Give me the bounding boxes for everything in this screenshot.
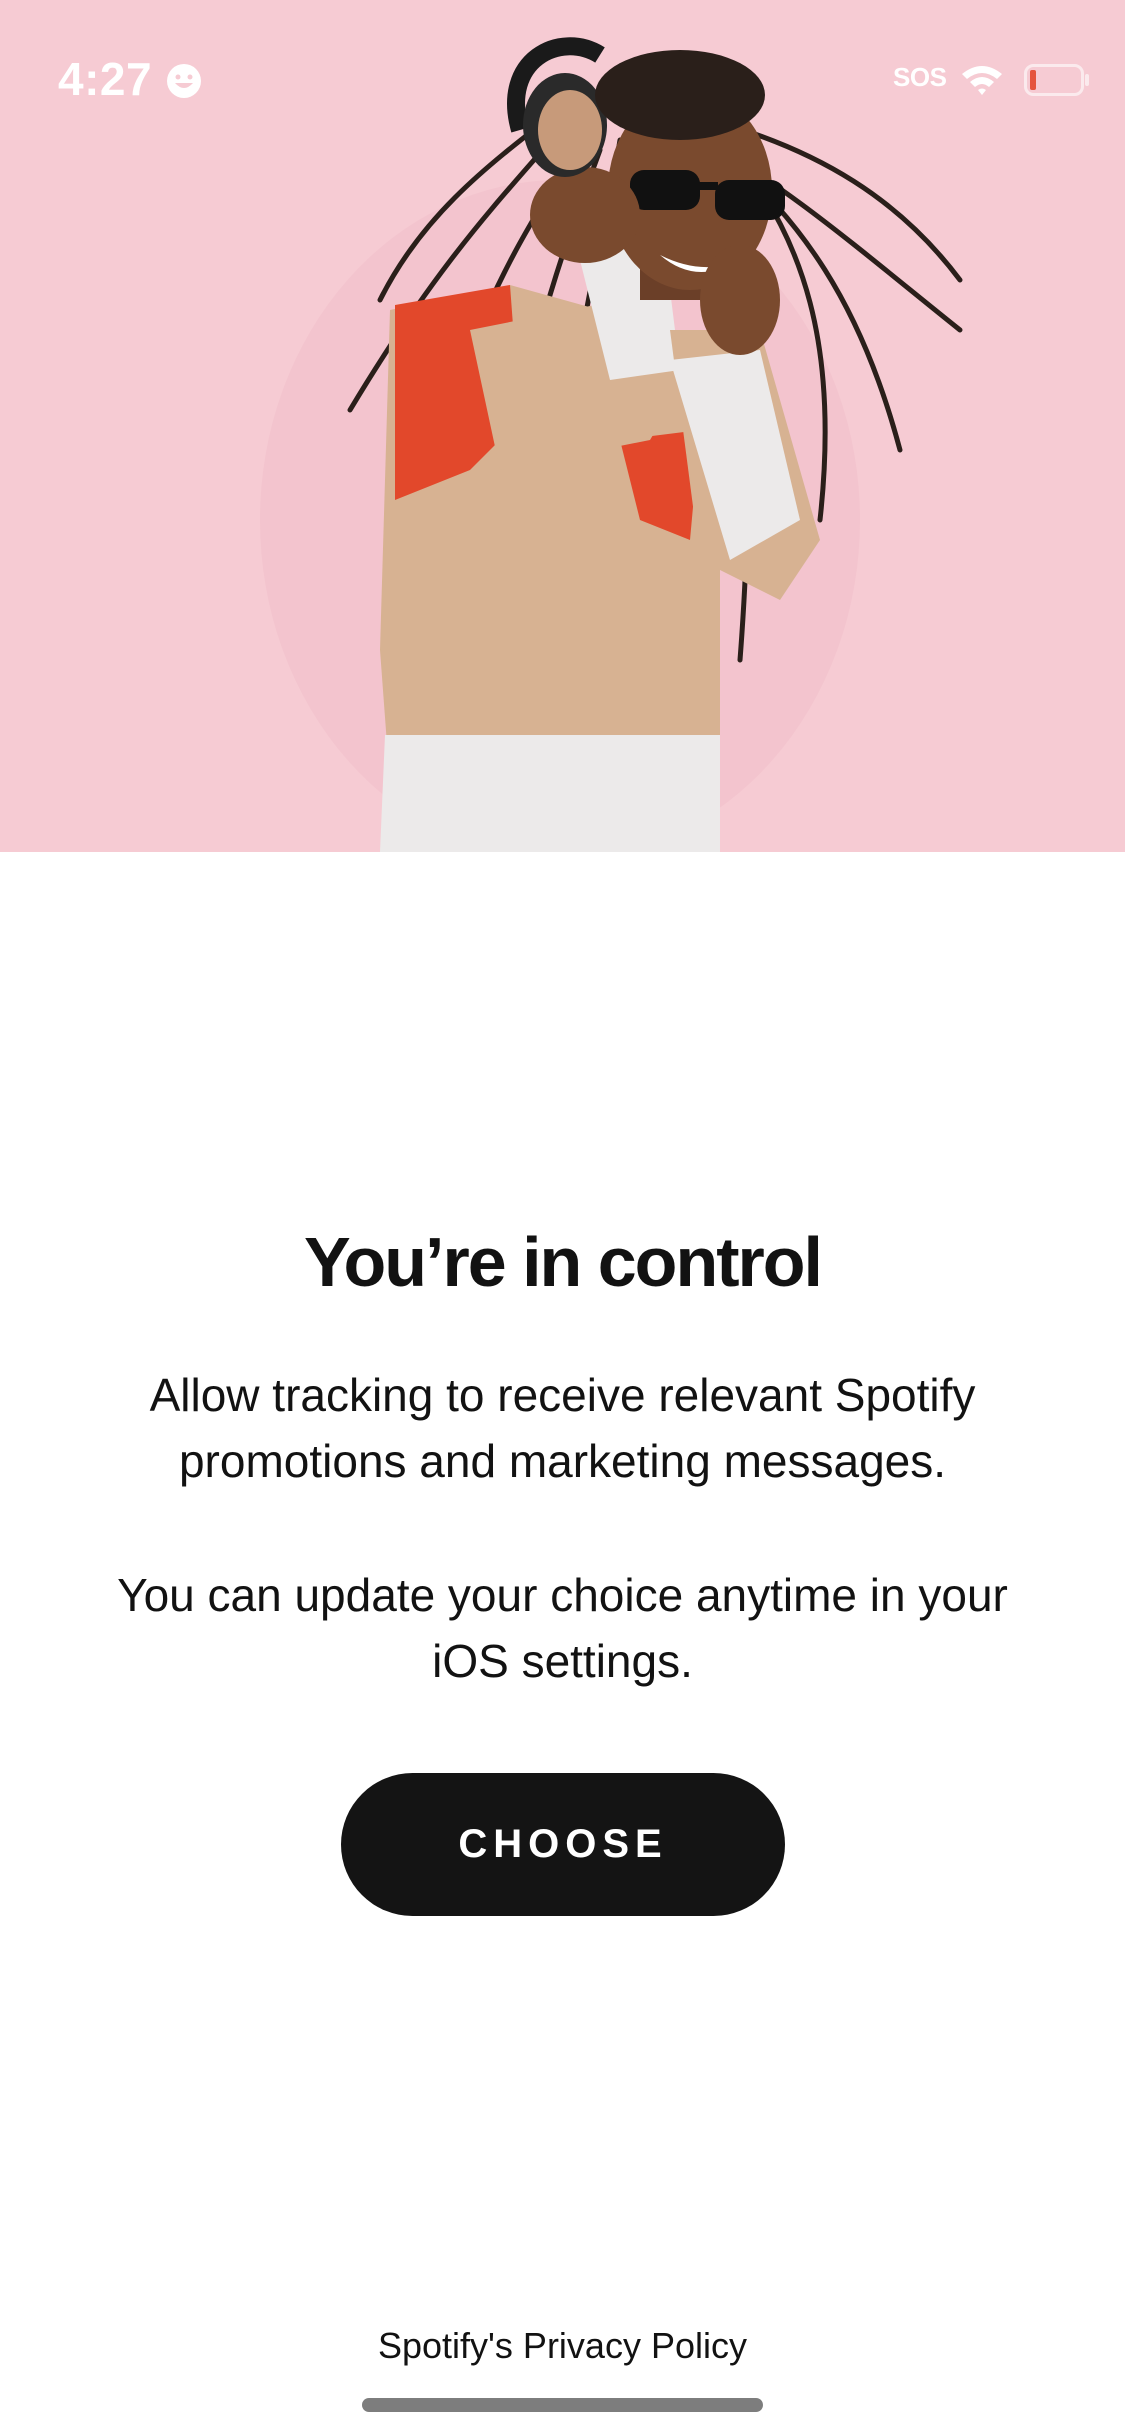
page-title: You’re in control [304,1223,823,1301]
status-bar: 4:27 SOS [0,0,1125,140]
smiley-face-icon [167,64,201,98]
battery-low-icon [1024,64,1089,96]
choose-button[interactable]: CHOOSE [341,1773,785,1916]
privacy-policy-link[interactable]: Spotify's Privacy Policy [0,2325,1125,2367]
status-time: 4:27 [58,53,153,105]
home-indicator[interactable] [362,2398,763,2412]
settings-note: You can update your choice anytime in yo… [117,1569,1008,1687]
status-sos: SOS [893,62,947,92]
tracking-consent-screen: 4:27 SOS You’re in control Allow trackin… [0,0,1125,2436]
wifi-icon [962,66,1002,95]
tracking-description: Allow tracking to receive relevant Spoti… [149,1369,976,1487]
